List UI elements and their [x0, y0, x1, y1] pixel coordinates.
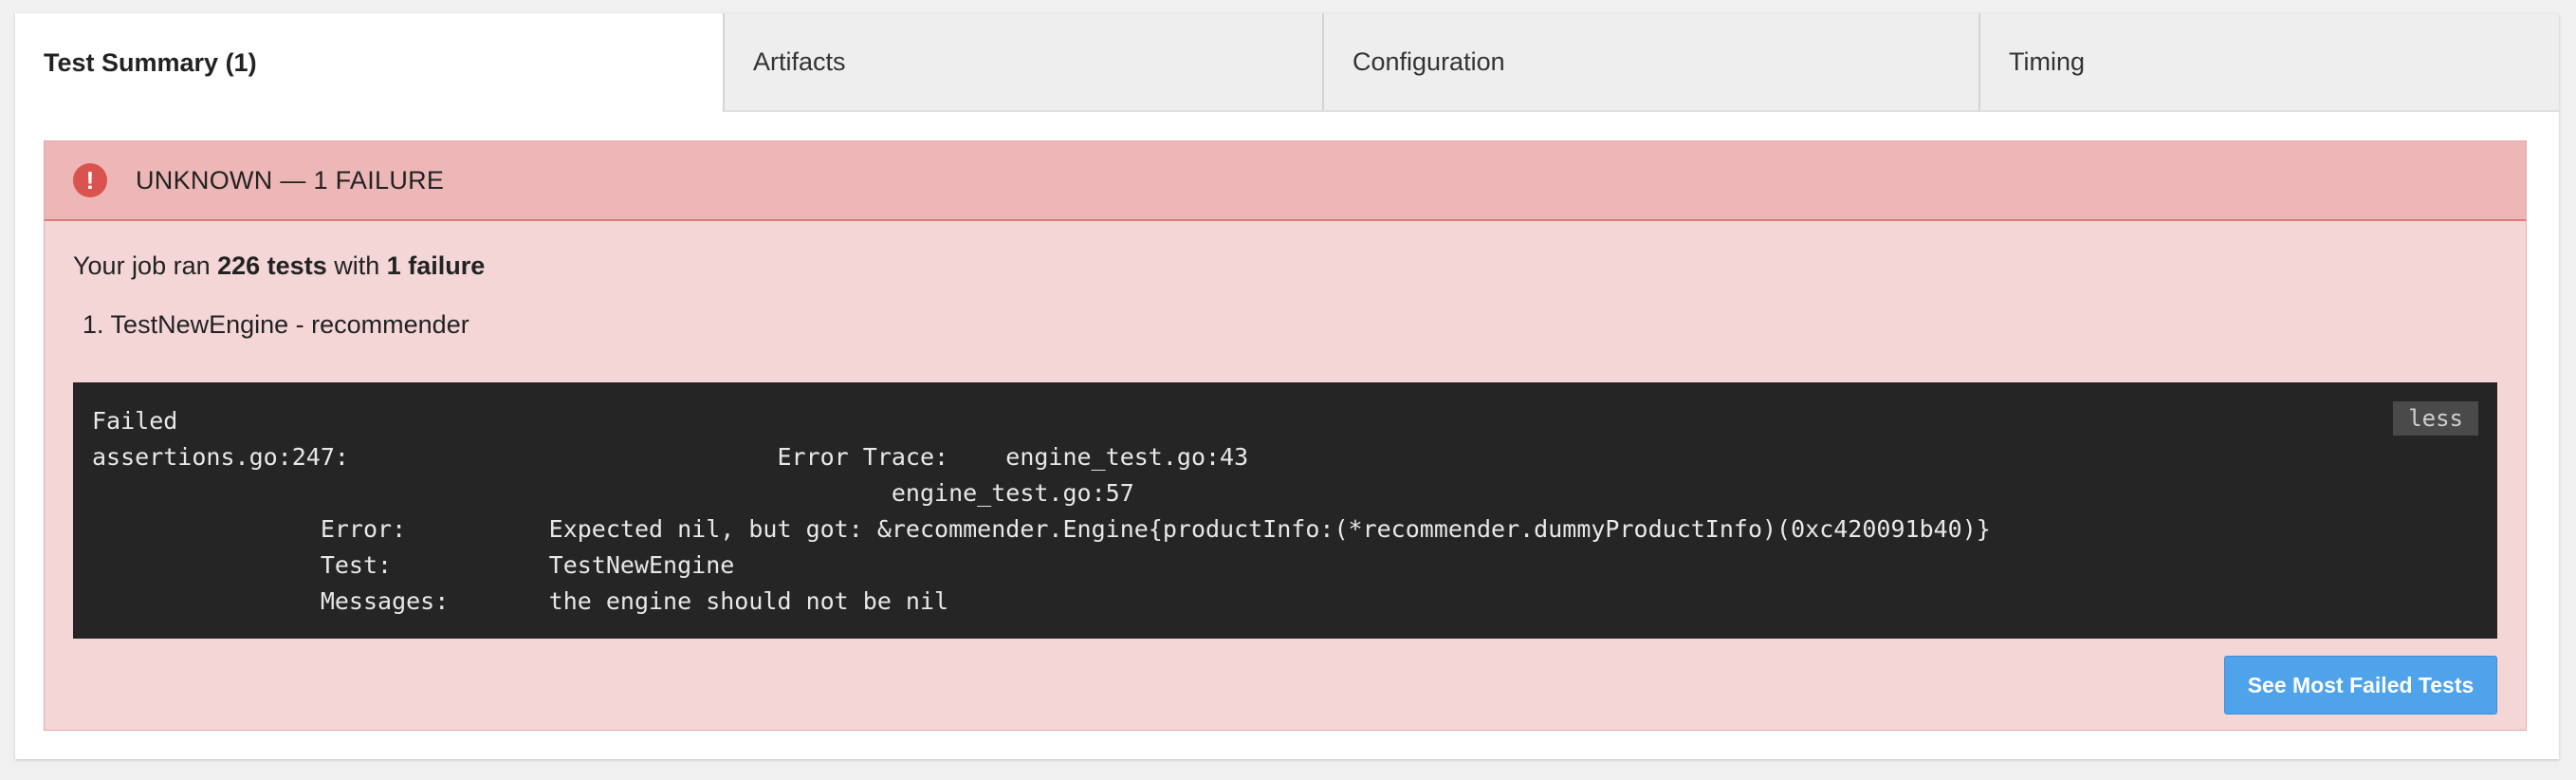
output-line: Test: TestNewEngine [92, 551, 735, 579]
alert-circle-icon: ! [73, 163, 107, 197]
status-text: UNKNOWN — 1 FAILURE [136, 165, 445, 195]
failed-test-item[interactable]: 1. TestNewEngine - recommender [83, 310, 469, 340]
failed-test-number: 1. [83, 310, 104, 339]
output-line: engine_test.go:57 [92, 479, 1134, 507]
failed-test-name: TestNewEngine - recommender [110, 310, 469, 339]
output-line: Messages: the engine should not be nil [92, 587, 949, 615]
test-results-card: Test Summary (1) Artifacts Configuration… [15, 13, 2559, 759]
failed-test-list: 1. TestNewEngine - recommender [83, 310, 469, 340]
summary-middle: with [326, 251, 387, 280]
tab-timing[interactable]: Timing [1978, 13, 2559, 112]
failure-header: ! UNKNOWN — 1 FAILURE [45, 141, 2526, 221]
run-summary: Your job ran 226 tests with 1 failure [73, 251, 485, 281]
summary-prefix: Your job ran [73, 251, 218, 280]
output-line: assertions.go:247: Error Trace: engine_t… [92, 443, 1249, 471]
failure-count: 1 failure [386, 251, 486, 280]
test-output: Failed assertions.go:247: Error Trace: e… [73, 382, 2497, 639]
less-toggle-button[interactable]: less [2393, 401, 2478, 436]
output-line: Error: Expected nil, but got: &recommend… [92, 515, 1991, 543]
tab-artifacts[interactable]: Artifacts [723, 13, 1322, 112]
output-line: Failed [92, 407, 178, 435]
tab-test-summary[interactable]: Test Summary (1) [15, 13, 723, 112]
tab-bar: Test Summary (1) Artifacts Configuration… [15, 13, 2559, 112]
tab-configuration[interactable]: Configuration [1322, 13, 1978, 112]
test-count: 226 tests [217, 251, 327, 280]
failure-panel: ! UNKNOWN — 1 FAILURE Your job ran 226 t… [44, 140, 2527, 731]
see-most-failed-tests-button[interactable]: See Most Failed Tests [2224, 656, 2497, 715]
